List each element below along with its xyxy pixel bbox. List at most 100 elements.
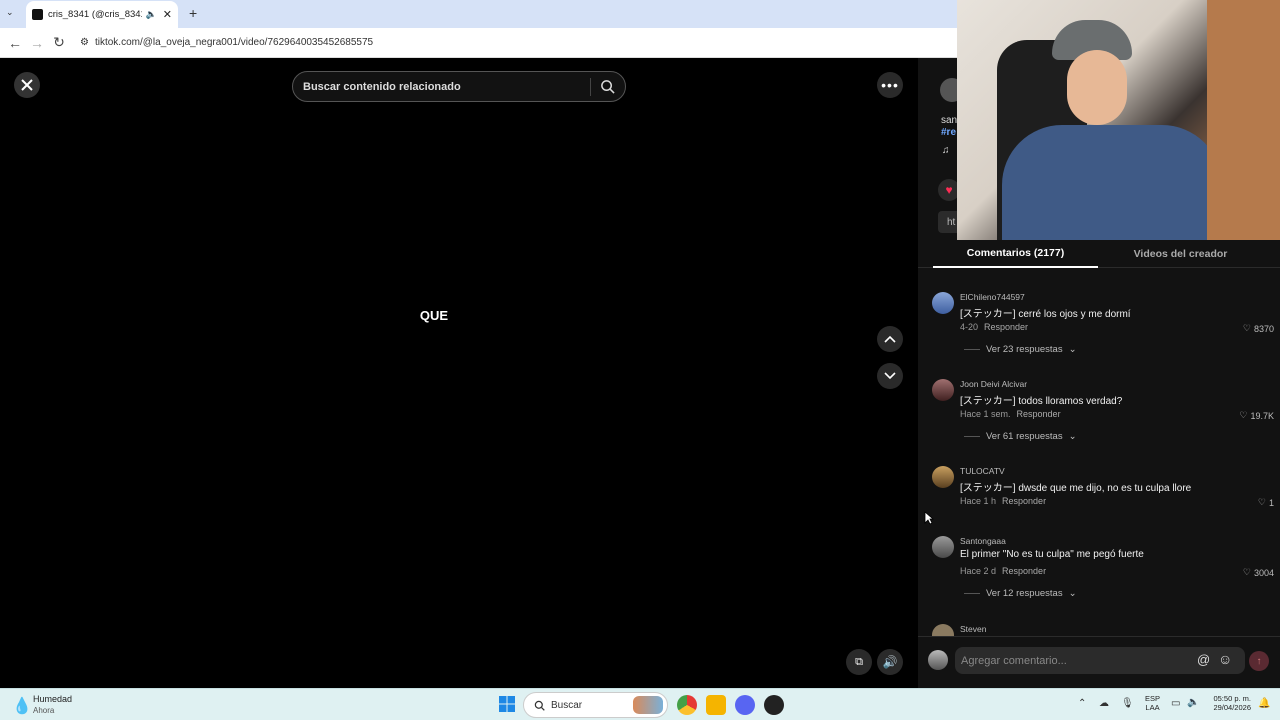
weather-title[interactable]: Humedad <box>33 694 72 704</box>
search-icon[interactable] <box>600 79 615 94</box>
comment-avatar[interactable] <box>932 466 954 488</box>
post-comment-button[interactable]: ↑ <box>1249 651 1269 671</box>
comment-time: Hace 1 h <box>960 496 997 506</box>
tab-creator-videos[interactable]: Videos del creador <box>1098 240 1263 268</box>
floating-player-button[interactable]: ⧉ <box>846 649 872 675</box>
comment-username[interactable]: Joon Deivi Alcivar <box>960 379 1027 389</box>
comment-meta: 4-20 Responder <box>960 322 1028 332</box>
reply-button[interactable]: Responder <box>1017 409 1061 419</box>
comment-like-button[interactable]: ♡ 1 <box>1258 497 1274 508</box>
comment-username[interactable]: Steven <box>960 624 986 634</box>
floating-player-icon: ⧉ <box>855 655 863 668</box>
comment-text: [ステッカー] cerré los ojos y me dormí <box>960 309 1131 320</box>
view-replies-button[interactable]: Ver 23 respuestas ⌄ <box>964 344 1077 355</box>
search-divider <box>590 78 591 96</box>
close-video-button[interactable] <box>14 72 40 98</box>
current-user-avatar <box>928 650 948 670</box>
windows-taskbar: 💧 Humedad Ahora Buscar ⌃ ☁ 🎙 ESP LAA ▭ 🔈… <box>0 688 1280 720</box>
back-arrow-icon[interactable]: ← <box>4 32 26 54</box>
volume-button[interactable]: 🔊 <box>877 649 903 675</box>
chrome-icon[interactable] <box>677 695 697 715</box>
webcam-overlay <box>957 0 1280 240</box>
comment-like-button[interactable]: ♡ 19.7K <box>1239 410 1274 421</box>
comment-username[interactable]: TULOCATV <box>960 466 1005 476</box>
view-replies-button[interactable]: Ver 12 respuestas ⌄ <box>964 588 1077 599</box>
comment-item: Steven <box>932 624 1274 636</box>
comment-avatar[interactable] <box>932 536 954 558</box>
reply-button[interactable]: Responder <box>1002 566 1046 576</box>
site-info-icon[interactable]: ⚙ <box>80 37 89 48</box>
previous-video-button[interactable] <box>877 326 903 352</box>
tab-list-chevron-icon[interactable]: ⌄ <box>6 7 14 18</box>
heart-outline-icon: ♡ <box>1242 323 1251 333</box>
comment-username[interactable]: ElChileno744597 <box>960 292 1025 302</box>
comment-like-count: 1 <box>1268 497 1274 508</box>
comment-like-count: 19.7K <box>1250 410 1274 421</box>
search-icon <box>534 700 545 711</box>
emoji-icon[interactable]: ☺ <box>1218 651 1232 667</box>
view-replies-button[interactable]: Ver 61 respuestas ⌄ <box>964 431 1077 442</box>
comment-item: Joon Deivi Alcivar [ステッカー] todos lloramo… <box>932 379 1274 449</box>
microphone-icon[interactable]: 🎙 <box>1121 698 1134 709</box>
more-options-button[interactable]: ••• <box>877 72 903 98</box>
comment-item: Santongaaa El primer "No es tu culpa" me… <box>932 536 1274 606</box>
taskbar-search-input[interactable]: Buscar <box>523 692 668 718</box>
creator-name-partial: san <box>941 115 958 126</box>
language-code: ESP <box>1145 694 1161 703</box>
related-search-placeholder: Buscar contenido relacionado <box>303 80 461 93</box>
system-clock[interactable]: 05:50 p. m. 29/04/2026 <box>1207 694 1251 712</box>
video-player[interactable] <box>281 58 636 688</box>
comment-like-button[interactable]: ♡ 8370 <box>1243 323 1274 334</box>
cloud-sync-icon[interactable]: ☁ <box>1099 698 1109 709</box>
video-caption: QUE <box>419 308 449 323</box>
speaker-icon[interactable]: 🔈 <box>1187 697 1199 708</box>
reply-button[interactable]: Responder <box>984 322 1028 332</box>
webcam-door <box>1207 0 1280 240</box>
url-text: tiktok.com/@la_oveja_negra001/video/7629… <box>94 37 374 48</box>
discord-icon[interactable] <box>735 695 755 715</box>
comment-like-button[interactable]: ♡ 3004 <box>1243 567 1274 578</box>
webcam-shirt <box>1002 125 1222 240</box>
heart-outline-icon: ♡ <box>1242 567 1251 577</box>
notifications-bell-icon[interactable]: 🔔 <box>1258 698 1270 709</box>
language-indicator[interactable]: ESP LAA <box>1145 694 1160 712</box>
show-hidden-icons-chevron-icon[interactable]: ⌃ <box>1078 698 1086 709</box>
arrow-up-icon: ↑ <box>1256 655 1262 667</box>
hashtag-partial[interactable]: #re <box>941 127 956 138</box>
comment-input-placeholder: Agregar comentario... <box>961 654 1067 667</box>
forward-arrow-icon[interactable]: → <box>26 32 48 54</box>
ellipsis-icon: ••• <box>881 77 899 93</box>
comment-avatar[interactable] <box>932 624 954 636</box>
comment-avatar[interactable] <box>932 292 954 314</box>
comment-text: [ステッカー] dwsde que me dijo, no es tu culp… <box>960 483 1192 494</box>
chevron-up-icon <box>884 335 896 343</box>
recording-app-icon[interactable] <box>764 695 784 715</box>
comment-like-count: 8370 <box>1253 323 1274 334</box>
heart-outline-icon: ♡ <box>1257 497 1266 507</box>
related-search-input[interactable]: Buscar contenido relacionado <box>292 71 626 102</box>
comment-input[interactable]: Agregar comentario... @ ☺ <box>955 647 1245 674</box>
windows-start-icon[interactable] <box>498 695 518 715</box>
browser-tab[interactable]: cris_8341 (@cris_8341) | Tik 🔈 ✕ <box>26 1 178 28</box>
mouse-cursor-icon <box>924 511 934 525</box>
next-video-button[interactable] <box>877 363 903 389</box>
tab-comments[interactable]: Comentarios (2177) <box>933 240 1098 268</box>
view-replies-label: Ver 12 respuestas <box>986 588 1063 599</box>
comment-meta: Hace 2 d Responder <box>960 566 1046 576</box>
url-field[interactable]: ⚙ tiktok.com/@la_oveja_negra001/video/76… <box>80 37 373 48</box>
mention-icon[interactable]: @ <box>1197 652 1210 667</box>
view-replies-label: Ver 61 respuestas <box>986 431 1063 442</box>
tab-audio-icon[interactable]: 🔈 <box>146 9 157 20</box>
close-icon <box>21 79 33 91</box>
network-icon[interactable]: ▭ <box>1171 698 1180 709</box>
comment-meta: Hace 1 sem. Responder <box>960 409 1061 419</box>
comment-item: TULOCATV [ステッカー] dwsde que me dijo, no e… <box>932 466 1274 516</box>
file-explorer-icon[interactable] <box>706 695 726 715</box>
new-tab-plus-icon[interactable]: + <box>189 5 197 21</box>
reply-button[interactable]: Responder <box>1002 496 1046 506</box>
comment-username[interactable]: Santongaaa <box>960 536 1006 546</box>
comment-avatar[interactable] <box>932 379 954 401</box>
comment-time: Hace 1 sem. <box>960 409 1011 419</box>
tab-close-icon[interactable]: ✕ <box>163 8 172 21</box>
reload-icon[interactable]: ↻ <box>48 32 70 54</box>
